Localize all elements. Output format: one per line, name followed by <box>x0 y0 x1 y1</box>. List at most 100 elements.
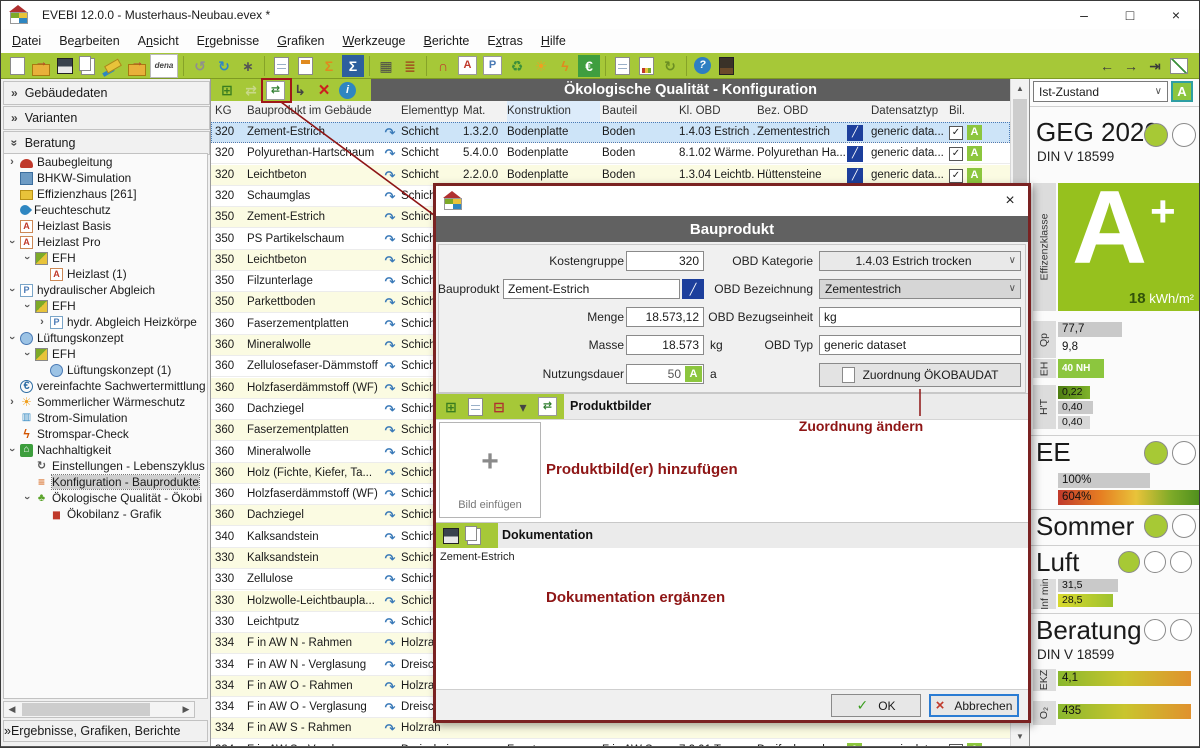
tree-item-efh-hydraulik[interactable]: ›EFH <box>4 298 207 314</box>
tree-item-bhkw-simulation[interactable]: BHKW-Simulation <box>4 170 207 186</box>
building-data-icon[interactable] <box>294 55 316 77</box>
tree-item-hydraulischer-abgleich[interactable]: ›Phydraulischer Abgleich <box>4 282 207 298</box>
levels-icon[interactable]: ≣ <box>399 55 421 77</box>
collapse-icon[interactable]: › <box>21 252 33 264</box>
tree-item-efh-heizlast[interactable]: ›EFH <box>4 250 207 266</box>
col-bez-obd[interactable]: Bez. OBD <box>757 101 845 122</box>
col-mat[interactable]: Mat. <box>463 101 505 122</box>
collapse-icon[interactable]: › <box>6 444 18 456</box>
bilanz-checkbox[interactable]: ✓ <box>949 169 963 183</box>
tree-item-einstellungen-lebenszyklus[interactable]: ↻Einstellungen - Lebenszyklus <box>4 458 207 474</box>
report-doc-icon[interactable] <box>270 55 292 77</box>
sidebar-panel-gebaeudedaten[interactable]: » Gebäudedaten <box>3 81 210 105</box>
tree-item-nachhaltigkeit[interactable]: ›⌂Nachhaltigkeit <box>4 442 207 458</box>
collapse-icon[interactable]: › <box>21 300 33 312</box>
nav-back-icon[interactable]: ← <box>1096 55 1118 77</box>
menu-hilfe[interactable]: Hilfe <box>532 31 575 51</box>
tree-item-oekobilanz-grafik[interactable]: ▆Ökobilanz - Grafik <box>4 506 207 522</box>
info-icon[interactable]: i <box>339 82 356 99</box>
sun-icon[interactable]: ☀ <box>530 55 552 77</box>
scroll-thumb[interactable] <box>22 703 150 716</box>
col-datensatztyp[interactable]: Datensatztyp <box>871 101 947 122</box>
tree-item-lueftungskonzept[interactable]: ›Lüftungskonzept <box>4 330 207 346</box>
add-image-tile[interactable]: + Bild einfügen <box>439 422 541 518</box>
transfer-image-icon[interactable]: ⇄ <box>538 397 557 416</box>
expand-icon[interactable]: › <box>6 156 18 168</box>
baubegleitung-icon[interactable]: ∩ <box>432 55 454 77</box>
assign-icon[interactable]: ↳ <box>289 79 311 101</box>
transfer-icon[interactable]: ⇄ <box>266 81 285 100</box>
scroll-down-icon[interactable]: ▼ <box>1011 728 1029 745</box>
energy-report-icon[interactable] <box>635 55 657 77</box>
col-konstruktion[interactable]: Konstruktion <box>507 101 600 122</box>
menu-datei[interactable]: Datei <box>3 31 50 51</box>
tree-item-sommerlicher-waermeschutz[interactable]: ›☀Sommerlicher Wärmeschutz <box>4 394 207 410</box>
minimize-button[interactable]: – <box>1061 1 1107 29</box>
tree-item-oekologische-qualitaet[interactable]: ›♣Ökologische Qualität - Ökobi <box>4 490 207 506</box>
class-a-button[interactable]: A <box>1171 81 1193 102</box>
undo-icon[interactable]: ↺ <box>189 55 211 77</box>
col-kg[interactable]: KG <box>215 101 243 122</box>
edit-pencil-icon[interactable]: ╱ <box>847 168 863 184</box>
tree-item-sachwertermittlung[interactable]: €vereinfachte Sachwertermittlung <box>4 378 207 394</box>
paste-doc-icon[interactable] <box>464 396 486 418</box>
collapse-icon[interactable]: › <box>6 284 18 296</box>
tree-item-feuchteschutz[interactable]: Feuchteschutz <box>4 202 207 218</box>
tree-item-stromspar-check[interactable]: ϟStromspar-Check <box>4 426 207 442</box>
dropdown-caret-icon[interactable]: ▾ <box>512 396 534 418</box>
table-row[interactable]: 320Polyurethan-Hartschaum↷Schicht5.4.0.0… <box>211 143 1010 164</box>
export-icon[interactable] <box>126 55 148 77</box>
maximize-button[interactable]: □ <box>1107 1 1153 29</box>
scroll-right-icon[interactable]: ▶ <box>178 702 194 717</box>
col-bauteil[interactable]: Bauteil <box>602 101 677 122</box>
zuordnung-oekobaudat-button[interactable]: Zuordnung ÖKOBAUDAT <box>819 363 1021 387</box>
tree-item-effizienzhaus[interactable]: Effizienzhaus [261] <box>4 186 207 202</box>
col-bauprodukt[interactable]: Bauprodukt im Gebäude <box>247 101 379 122</box>
expand-icon[interactable]: › <box>36 316 48 328</box>
tree-item-heizlast-pro[interactable]: ›AHeizlast Pro <box>4 234 207 250</box>
add-image-icon[interactable]: ⊞ <box>440 396 462 418</box>
sidebar-footer-results[interactable]: » Ergebnisse, Grafiken, Berichte <box>3 720 208 742</box>
hydraulik-icon[interactable]: P <box>483 56 502 75</box>
collapse-icon[interactable]: › <box>21 492 33 504</box>
dokumentation-content[interactable]: Zement-Estrich <box>436 548 1028 689</box>
refresh-icon[interactable]: ↻ <box>659 55 681 77</box>
menu-werkzeuge[interactable]: Werkzeuge <box>334 31 415 51</box>
collapse-icon[interactable]: › <box>21 348 33 360</box>
sidebar-panel-beratung[interactable]: » Beratung <box>3 131 210 155</box>
tree-item-lueftungskonzept-1[interactable]: Lüftungskonzept (1) <box>4 362 207 378</box>
sidebar-hscrollbar[interactable]: ◀ ▶ <box>3 701 195 718</box>
delete-icon[interactable]: × <box>313 79 335 101</box>
edit-pencil-icon[interactable]: ╱ <box>847 125 863 141</box>
help-icon[interactable]: ? <box>694 57 711 74</box>
close-button[interactable]: × <box>1153 1 1199 29</box>
expand-icon[interactable]: › <box>6 396 18 408</box>
bilanz-checkbox[interactable]: ✓ <box>949 147 963 161</box>
house-euro-icon[interactable]: € <box>578 55 600 77</box>
ok-button[interactable]: ✓ OK <box>831 694 921 717</box>
edit-pencil-icon[interactable]: ╱ <box>847 146 863 162</box>
redo-icon[interactable]: ↻ <box>213 55 235 77</box>
calc-doc-icon[interactable] <box>611 55 633 77</box>
menu-berichte[interactable]: Berichte <box>415 31 479 51</box>
nav-forward-icon[interactable]: → <box>1120 55 1142 77</box>
lightning-icon[interactable]: ϟ <box>554 55 576 77</box>
obd-bezeichnung-select[interactable]: Zementestrich∨ <box>819 279 1021 299</box>
dena-icon[interactable]: dena <box>150 54 178 78</box>
save-icon[interactable] <box>54 55 76 77</box>
tree-item-hydr-abgleich-heizkoerper[interactable]: ›Phydr. Abgleich Heizkörpe <box>4 314 207 330</box>
dialog-close-button[interactable]: × <box>998 190 1022 212</box>
remove-image-icon[interactable]: ⊟ <box>488 396 510 418</box>
add-rows-icon[interactable]: ⊞ <box>216 79 238 101</box>
bilanz-checkbox[interactable]: ✓ <box>949 126 963 140</box>
bauprodukt-input[interactable]: Zement-Estrich <box>503 279 680 299</box>
obd-bezugseinheit-input[interactable]: kg <box>819 307 1021 327</box>
results-chart-icon[interactable] <box>1168 55 1190 77</box>
heizlast-icon[interactable]: A <box>458 56 477 75</box>
table-row[interactable]: 320Zement-Estrich↷Schicht1.3.2.0Bodenpla… <box>211 122 1010 143</box>
brush-icon[interactable] <box>102 55 124 77</box>
scroll-left-icon[interactable]: ◀ <box>4 702 20 717</box>
dark-doc-icon[interactable] <box>715 55 737 77</box>
cancel-button[interactable]: × Abbrechen <box>929 694 1019 717</box>
copy-icon[interactable] <box>78 55 100 77</box>
